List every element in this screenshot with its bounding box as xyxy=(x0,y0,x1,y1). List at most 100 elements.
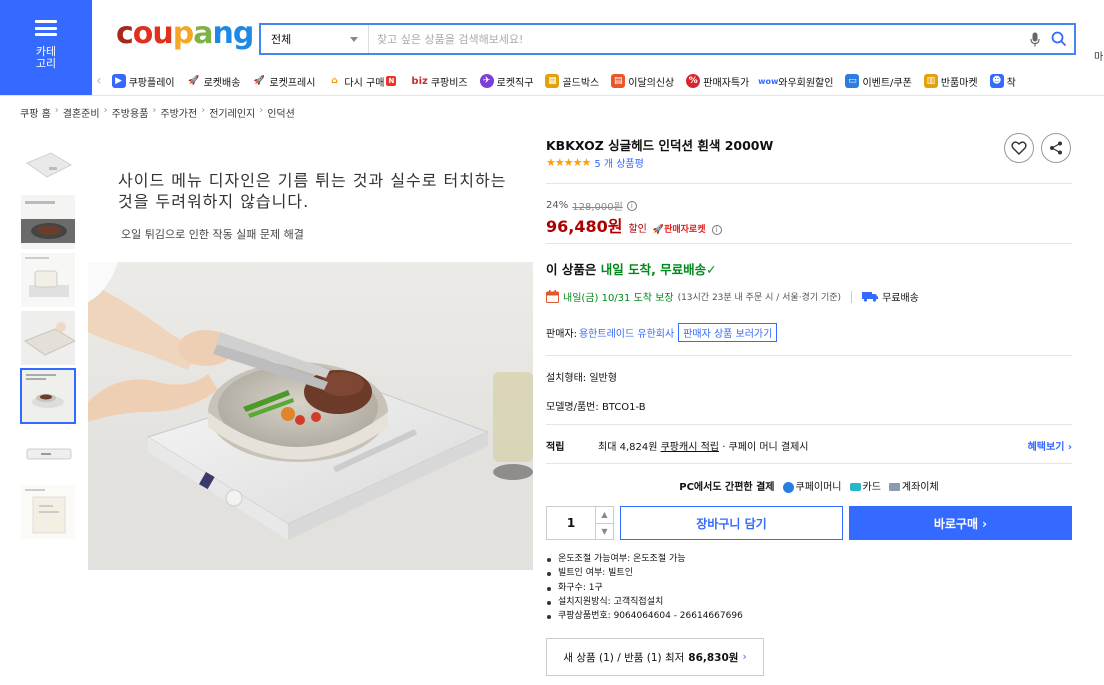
chevron-left-icon[interactable]: ‹ xyxy=(96,73,102,89)
coupon-icon: ▭ xyxy=(845,74,860,88)
quicknav-item[interactable]: ⌂ 다시 구매 N xyxy=(327,74,399,89)
reward-link[interactable]: 쿠팡캐시 적립 xyxy=(661,438,719,453)
thumbnail[interactable] xyxy=(20,136,76,192)
delivery-note: (13시간 23분 내 주문 시 / 서울⋅경기 기준) xyxy=(677,293,842,303)
quicknav-item[interactable]: ✈ 로켓직구 xyxy=(479,74,533,89)
discount-row: 24% 128,000원 i xyxy=(546,198,637,213)
search-icon xyxy=(1051,31,1067,47)
quantity-stepper[interactable]: 1 ▲ ▼ xyxy=(546,506,614,540)
seller-rocket-badge: 🚀판매자로켓 xyxy=(652,225,706,235)
seller-name[interactable]: 용한트레이드 유한회사 xyxy=(579,325,674,340)
payment-option: 쿠페이머니 xyxy=(782,478,842,493)
seller-products-button[interactable]: 판매자 상품 보러가기 xyxy=(678,323,778,342)
quicknav-item[interactable]: ▤ 이달의신상 xyxy=(611,74,674,89)
seller-row: 판매자: 용한트레이드 유한회사 판매자 상품 보러가기 xyxy=(546,323,778,342)
wow-icon: wow xyxy=(758,76,779,86)
quicknav-item[interactable]: biz 쿠팡비즈 xyxy=(411,74,467,89)
reward-suffix: · 쿠페이 머니 결제시 xyxy=(722,442,809,453)
quantity-up-icon[interactable]: ▲ xyxy=(596,507,613,524)
microphone-icon[interactable] xyxy=(1026,30,1044,48)
delivery-row: 내일(금) 10/31 도착 보장 (13시간 23분 내 주문 시 / 서울⋅… xyxy=(546,289,919,304)
seller-label: 판매자: xyxy=(546,329,577,340)
divider xyxy=(546,183,1072,184)
thumbnail[interactable] xyxy=(20,310,76,366)
header-divider xyxy=(0,95,1104,96)
chevron-right-icon: › xyxy=(742,651,747,663)
info-icon[interactable]: i xyxy=(711,225,722,235)
discount-rate: 24% xyxy=(546,200,569,211)
delivery-date: 내일(금) 10/31 도착 보장 xyxy=(563,293,674,304)
goldbox-icon: ▦ xyxy=(545,74,560,88)
share-icon xyxy=(1050,141,1062,155)
list-item: 설치지원방식: 고객직접설치 xyxy=(546,595,743,609)
payment-label: PC에서도 간편한 결제 xyxy=(679,482,775,493)
quicknav-item[interactable]: 🚀 로켓배송 xyxy=(187,74,240,89)
thumbnail[interactable] xyxy=(20,194,76,250)
add-to-cart-button[interactable]: 장바구니 담기 xyxy=(620,506,843,540)
category-menu-button[interactable]: 카테고리 xyxy=(0,0,92,95)
quick-nav: ‹ ▶ 쿠팡플레이 🚀 로켓배송 🚀 로켓프레시 ⌂ 다시 구매 N biz 쿠팡비즈 ✈ 로… xyxy=(96,70,1104,92)
buy-now-button[interactable]: 바로구매 › xyxy=(849,506,1072,540)
quicknav-item[interactable]: wow 와우회원할인 xyxy=(758,74,833,89)
quicknav-item[interactable]: ▶ 쿠팡플레이 xyxy=(111,74,175,89)
product-title: KBKXOZ 싱글헤드 인덕션 흰색 2000W xyxy=(546,138,774,153)
benefits-link[interactable]: 혜택보기 › xyxy=(1028,438,1072,453)
breadcrumb-item[interactable]: 주방가전 xyxy=(160,105,197,120)
share-button[interactable] xyxy=(1041,133,1071,163)
sale-price: 96,480원 xyxy=(546,217,623,236)
breadcrumb-item[interactable]: 인덕션 xyxy=(267,105,295,120)
search-category-select[interactable]: 전체 xyxy=(261,25,369,53)
seller-deal-icon: % xyxy=(686,74,701,88)
quicknav-item[interactable]: % 판매자특가 xyxy=(686,74,749,89)
breadcrumb-item[interactable]: 쿠팡 홈 xyxy=(20,105,51,120)
coupang-logo[interactable]: coupang xyxy=(116,16,254,51)
thumbnail[interactable] xyxy=(20,252,76,308)
quicknav-item[interactable]: ▦ 골드박스 xyxy=(545,74,599,89)
original-price: 128,000원 xyxy=(572,202,623,213)
quantity-value[interactable]: 1 xyxy=(547,507,595,539)
main-product-image[interactable]: 사이드 메뉴 디자인은 기름 튀는 것과 실수로 터치하는 것을 두려워하지 않… xyxy=(88,150,533,570)
quicknav-item[interactable]: 🚀 로켓프레시 xyxy=(252,74,316,89)
other-sellers-button[interactable]: 새 상품 (1) / 반품 (1) 최저 86,830원 › xyxy=(546,638,764,676)
thumbnail-active[interactable] xyxy=(20,368,76,424)
check-icon: ✓ xyxy=(706,262,717,277)
thumbnail-list xyxy=(20,136,76,542)
price-row: 96,480원 할인 🚀판매자로켓 i xyxy=(546,213,722,237)
search-input[interactable] xyxy=(369,25,1026,53)
biz-icon: biz xyxy=(411,75,428,87)
divider xyxy=(546,424,1072,425)
breadcrumb: 쿠팡 홈 › 결혼준비 › 주방용품 › 주방가전 › 전기레인지 › 인덕션 xyxy=(20,105,295,120)
search-button[interactable] xyxy=(1044,25,1074,53)
image-headline: 사이드 메뉴 디자인은 기름 튀는 것과 실수로 터치하는 것을 두려워하지 않… xyxy=(118,171,507,211)
quicknav-item[interactable]: ☻ 착 xyxy=(989,74,1016,89)
review-count[interactable]: 5 개 상품평 xyxy=(594,155,644,170)
search-bar: 전체 xyxy=(259,23,1076,55)
breadcrumb-item[interactable]: 주방용품 xyxy=(112,105,149,120)
rocket-global-icon: ✈ xyxy=(479,74,494,88)
quantity-down-icon[interactable]: ▼ xyxy=(596,524,613,540)
image-subline: 오일 튀김으로 인한 작동 실패 문제 해결 xyxy=(121,228,304,241)
header-right-text[interactable]: 마 xyxy=(1094,48,1103,63)
quicknav-item[interactable]: ▭ 이벤트/쿠폰 xyxy=(845,74,912,89)
thumbnail[interactable] xyxy=(20,484,76,540)
list-item: 빌트인 여부: 빌트인 xyxy=(546,566,743,580)
robot-icon: ☻ xyxy=(989,74,1004,88)
new-icon: ▤ xyxy=(611,74,626,88)
thumbnail[interactable] xyxy=(20,426,76,482)
play-icon: ▶ xyxy=(111,74,126,88)
chevron-down-icon xyxy=(350,36,358,42)
hamburger-icon xyxy=(35,20,57,36)
wishlist-button[interactable] xyxy=(1004,133,1034,163)
rebuy-icon: ⌂ xyxy=(331,76,338,86)
model-number: 모델명/품번: BTCO1-B xyxy=(546,402,646,413)
breadcrumb-item[interactable]: 전기레인지 xyxy=(209,105,255,120)
divider xyxy=(546,463,1072,464)
bank-icon xyxy=(888,483,900,491)
breadcrumb-item[interactable]: 결혼준비 xyxy=(63,105,100,120)
rating[interactable]: ★★★★★ 5 개 상품평 xyxy=(546,155,644,170)
new-badge: N xyxy=(386,76,397,86)
heart-icon xyxy=(1011,141,1027,155)
card-icon xyxy=(849,483,861,491)
info-icon[interactable]: i xyxy=(626,200,637,211)
quicknav-item[interactable]: ▥ 반품마켓 xyxy=(923,74,978,89)
